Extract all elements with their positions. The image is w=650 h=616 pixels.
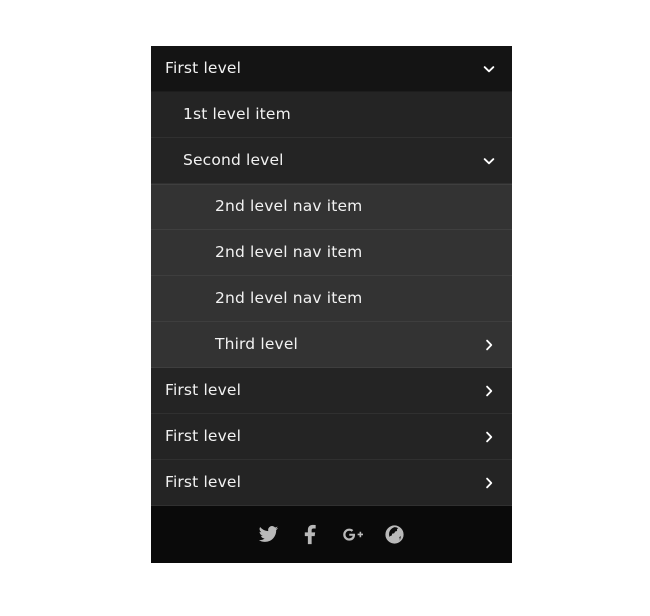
nav-item-2nd-level-nav-item[interactable]: 2nd level nav item	[151, 184, 512, 230]
nav-item-first-level[interactable]: First level	[151, 414, 512, 460]
nav-item-third-level[interactable]: Third level	[151, 322, 512, 368]
nav-item-label: 1st level item	[183, 104, 291, 123]
nav-item-label: First level	[165, 472, 242, 491]
nav-item-label: First level	[165, 426, 242, 445]
nav-item-label: Third level	[215, 334, 298, 353]
globe-icon[interactable]	[382, 522, 408, 548]
nav-item-1st-level-item[interactable]: 1st level item	[151, 92, 512, 138]
nav-item-label: 2nd level nav item	[215, 288, 363, 307]
chevron-right-icon[interactable]	[478, 380, 500, 402]
google-plus-icon[interactable]	[340, 522, 366, 548]
chevron-right-icon[interactable]	[478, 334, 500, 356]
nav-item-label: 2nd level nav item	[215, 242, 363, 261]
nav-item-first-level[interactable]: First level	[151, 460, 512, 506]
nav-item-label: First level	[165, 58, 242, 77]
chevron-right-icon[interactable]	[478, 472, 500, 494]
page-root: First level 1st level item Second level …	[0, 0, 650, 616]
multilevel-navigation-panel: First level 1st level item Second level …	[151, 46, 512, 563]
nav-item-2nd-level-nav-item[interactable]: 2nd level nav item	[151, 276, 512, 322]
nav-item-2nd-level-nav-item[interactable]: 2nd level nav item	[151, 230, 512, 276]
nav-item-label: First level	[165, 380, 242, 399]
nav-item-second-level[interactable]: Second level	[151, 138, 512, 184]
social-links-footer	[151, 506, 512, 563]
chevron-down-icon[interactable]	[478, 150, 500, 172]
facebook-icon[interactable]	[298, 522, 324, 548]
twitter-icon[interactable]	[256, 522, 282, 548]
nav-item-label: 2nd level nav item	[215, 197, 363, 216]
nav-item-first-level-header[interactable]: First level	[151, 46, 512, 92]
nav-item-label: Second level	[183, 150, 284, 169]
chevron-right-icon[interactable]	[478, 426, 500, 448]
chevron-down-icon[interactable]	[478, 58, 500, 80]
nav-item-first-level[interactable]: First level	[151, 368, 512, 414]
